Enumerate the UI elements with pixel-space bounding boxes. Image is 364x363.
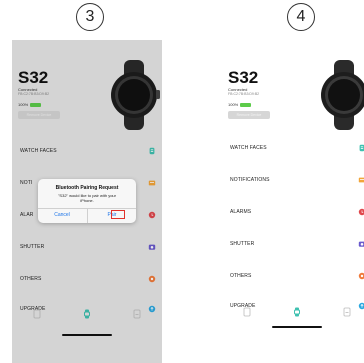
menu-label: WATCH FACES [230,145,267,151]
menu-item-others[interactable]: OTHERS [222,260,364,292]
profile-icon[interactable] [342,307,352,317]
tab-bar [222,300,364,324]
menu-label: SHUTTER [230,241,255,247]
dialog-message: "S32" would like to pair with your iPhon… [58,193,116,203]
menu-item-alarms[interactable]: ALARMS [222,196,364,228]
home-indicator [272,326,322,328]
menu-label: NOTIFICATIONS [230,177,270,183]
bluetooth-pairing-dialog: Bluetooth Pairing Request "S32" would li… [38,179,136,223]
battery-bar [240,102,252,107]
device-mac: FB:C2:7B:B3:D9:B2 [228,92,260,96]
dialog-button-divider [87,208,88,223]
cancel-button[interactable]: Cancel [42,211,82,220]
device-name: S32 [228,68,259,87]
phone-screen-step-3: S32 Connected FB:C2:7B:B3:D9:B2 100% Rem… [12,40,162,363]
menu-item-shutter[interactable]: SHUTTER [222,228,364,260]
phone-screen-step-4: S32 Connected FB:C2:7B:B3:D9:B2 100% Rem… [222,40,364,363]
menu-label: ALARMS [230,209,252,215]
message-icon [358,177,364,183]
menu-label: OTHERS [230,273,252,279]
document-icon[interactable] [242,307,252,317]
step-number-3: 3 [76,3,104,31]
watch-icon[interactable] [292,307,302,317]
battery-indicator: 100% [228,102,252,107]
remove-device-button[interactable]: Remove Device [228,111,270,119]
dialog-title: Bluetooth Pairing Request [55,185,119,191]
menu-item-watch-faces[interactable]: WATCH FACES [222,132,364,164]
gear-icon [358,272,364,280]
battery-percent: 100% [228,102,239,107]
alarm-icon [358,208,364,216]
camera-icon [358,241,364,247]
pair-highlight-box [111,210,125,219]
smartwatch-image [321,60,364,130]
menu-item-notifications[interactable]: NOTIFICATIONS [222,164,364,196]
watch-face-icon [359,144,364,152]
step-number-4: 4 [287,3,315,31]
